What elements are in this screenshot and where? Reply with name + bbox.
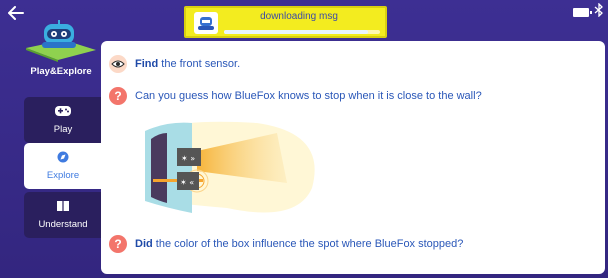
- sidebar-item-explore[interactable]: Explore: [24, 143, 102, 189]
- svg-text:✶ «: ✶ «: [180, 178, 194, 187]
- find-instruction: Find the front sensor.: [109, 55, 240, 73]
- question-icon: ?: [109, 87, 127, 105]
- find-bold: Find: [135, 58, 159, 70]
- download-progress: [224, 30, 380, 34]
- sidebar-item-play[interactable]: Play: [24, 97, 102, 143]
- question-2-text: the color of the box influence the spot …: [152, 238, 464, 250]
- app-title: Play&Explore: [30, 66, 92, 77]
- gamepad-icon: [55, 106, 71, 116]
- book-icon: [57, 201, 69, 211]
- sidebar-item-understand[interactable]: Understand: [24, 192, 102, 238]
- question-row-1: ? Can you guess how BlueFox knows to sto…: [109, 87, 482, 105]
- question-1-text: Can you guess how BlueFox knows to stop …: [135, 90, 482, 102]
- battery-icon: [573, 8, 592, 17]
- sensor-illustration: ✶ » ✶ «: [137, 113, 327, 223]
- app-window: downloading msg Play&Explore Play Explor…: [0, 0, 608, 278]
- app-logo: [24, 20, 98, 62]
- download-progress-fill: [224, 30, 368, 34]
- find-text: the front sensor.: [158, 58, 241, 70]
- bluetooth-icon: [594, 2, 604, 20]
- sidebar-item-label: Understand: [38, 219, 88, 230]
- sidebar: Play&Explore Play Explore Understand: [0, 0, 108, 278]
- robot-icon: [194, 12, 218, 34]
- content-panel: Find the front sensor. ? Can you guess h…: [101, 41, 605, 274]
- svg-text:✶ »: ✶ »: [181, 154, 195, 163]
- sidebar-item-label: Play: [53, 124, 73, 135]
- compass-icon: [57, 151, 69, 163]
- status-message: downloading msg: [260, 11, 338, 22]
- eye-icon: [109, 55, 127, 73]
- download-status-bar: downloading msg: [184, 6, 387, 38]
- question-icon: ?: [109, 235, 127, 253]
- question-2-bold: Did: [135, 238, 153, 250]
- sidebar-item-label: Explore: [46, 170, 80, 181]
- question-row-2: ? Did the color of the box influence the…: [109, 235, 463, 253]
